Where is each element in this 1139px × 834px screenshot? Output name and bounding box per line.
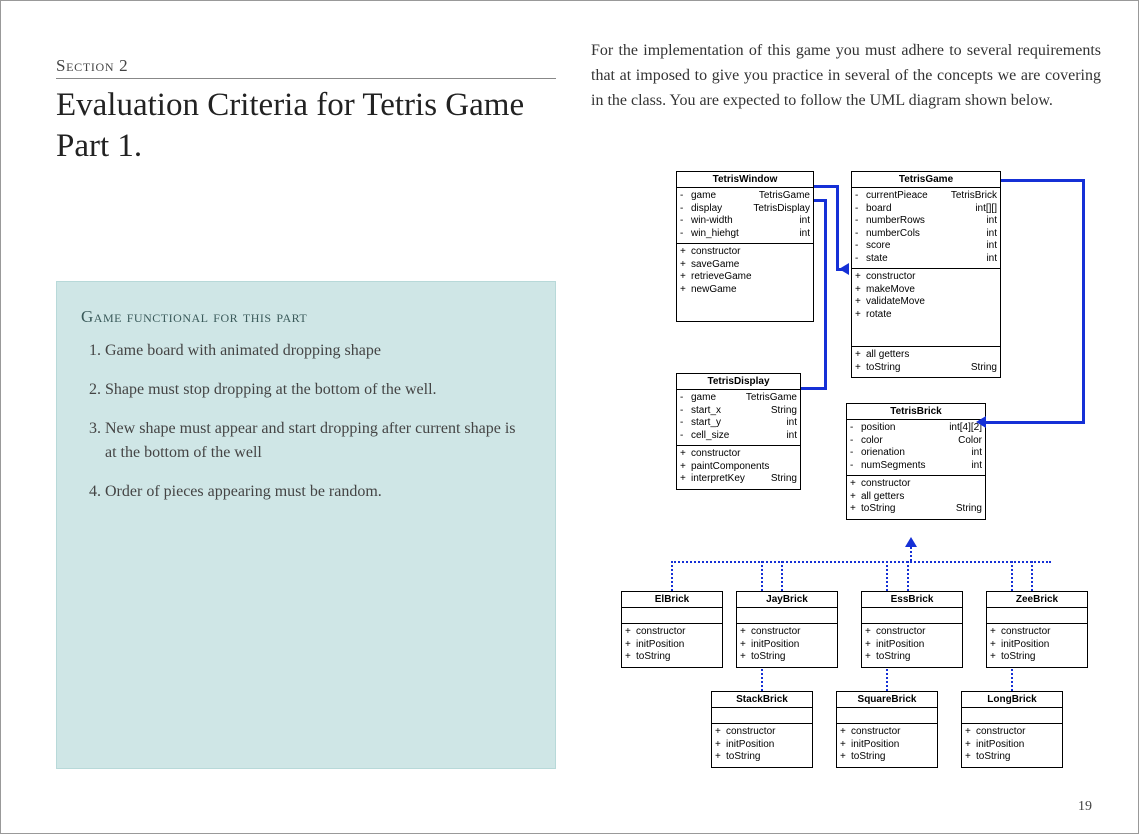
uml-member: +newGame <box>680 284 810 297</box>
uml-member: +toString <box>715 751 809 764</box>
uml-member: +paintComponents <box>680 461 797 474</box>
uml-member: +initPosition <box>715 739 809 752</box>
page-number: 19 <box>1078 799 1092 815</box>
document-page: Section 2 Evaluation Criteria for Tetris… <box>0 0 1139 834</box>
uml-member: -stateint <box>855 253 997 266</box>
uml-member: -cell_sizeint <box>680 430 797 443</box>
uml-member: -start_xString <box>680 405 797 418</box>
uml-class-name: StackBrick <box>712 692 812 708</box>
uml-member: +constructor <box>715 726 809 739</box>
uml-member: +all getters <box>850 491 982 504</box>
uml-member: +toString <box>990 651 1084 664</box>
uml-member: -orienationint <box>850 447 982 460</box>
uml-member: +constructor <box>965 726 1059 739</box>
uml-class-name: TetrisBrick <box>847 404 985 420</box>
uml-member: -scoreint <box>855 240 997 253</box>
uml-class-tetrisbrick: TetrisBrick -positionint[4][2]-colorColo… <box>846 403 986 520</box>
uml-member: +initPosition <box>625 639 719 652</box>
uml-member: +makeMove <box>855 284 997 297</box>
uml-member: +retrieveGame <box>680 271 810 284</box>
uml-class-name: LongBrick <box>962 692 1062 708</box>
uml-diagram: TetrisWindow -gameTetrisGame-displayTetr… <box>591 163 1111 783</box>
uml-member: -start_yint <box>680 417 797 430</box>
uml-member: -colorColor <box>850 435 982 448</box>
uml-class-jaybrick: JayBrick +constructor+initPosition+toStr… <box>736 591 838 668</box>
uml-member: +validateMove <box>855 296 997 309</box>
uml-member: -currentPieaceTetrisBrick <box>855 190 997 203</box>
uml-class-name: EssBrick <box>862 592 962 608</box>
uml-member: +interpretKeyString <box>680 473 797 486</box>
uml-class-name: TetrisWindow <box>677 172 813 188</box>
uml-member: +initPosition <box>990 639 1084 652</box>
functional-item: Game board with animated dropping shape <box>105 339 531 362</box>
uml-member: +constructor <box>855 271 997 284</box>
uml-member: +initPosition <box>840 739 934 752</box>
functional-list: Game board with animated dropping shape … <box>81 339 531 503</box>
uml-member: -win_hiehgtint <box>680 228 810 241</box>
uml-class-name: JayBrick <box>737 592 837 608</box>
uml-member: -numberRowsint <box>855 215 997 228</box>
uml-member: +initPosition <box>965 739 1059 752</box>
uml-member: +initPosition <box>865 639 959 652</box>
uml-member: -gameTetrisGame <box>680 190 810 203</box>
uml-member: +constructor <box>840 726 934 739</box>
uml-class-name: SquareBrick <box>837 692 937 708</box>
left-column: Section 2 Evaluation Criteria for Tetris… <box>56 56 556 168</box>
uml-member: +all getters <box>855 349 997 362</box>
uml-class-zeebrick: ZeeBrick +constructor+initPosition+toStr… <box>986 591 1088 668</box>
functional-item: Shape must stop dropping at the bottom o… <box>105 378 531 401</box>
uml-member: -gameTetrisGame <box>680 392 797 405</box>
uml-member: +toString <box>840 751 934 764</box>
uml-member: -numberColsint <box>855 228 997 241</box>
uml-member: -numSegmentsint <box>850 460 982 473</box>
uml-member: +rotate <box>855 309 997 322</box>
uml-class-name: ZeeBrick <box>987 592 1087 608</box>
uml-class-longbrick: LongBrick +constructor+initPosition+toSt… <box>961 691 1063 768</box>
uml-class-tetrisgame: TetrisGame -currentPieaceTetrisBrick-boa… <box>851 171 1001 378</box>
intro-paragraph: For the implementation of this game you … <box>591 39 1101 113</box>
uml-member: +toStringString <box>850 503 982 516</box>
uml-member: +toString <box>965 751 1059 764</box>
uml-class-name: TetrisDisplay <box>677 374 800 390</box>
uml-member: +constructor <box>680 448 797 461</box>
uml-member: +toString <box>740 651 834 664</box>
right-column: For the implementation of this game you … <box>591 39 1101 127</box>
panel-heading: Game functional for this part <box>81 307 531 327</box>
uml-member: +constructor <box>680 246 810 259</box>
page-title: Evaluation Criteria for Tetris Game Part… <box>56 85 556 168</box>
uml-class-tetriswindow: TetrisWindow -gameTetrisGame-displayTetr… <box>676 171 814 322</box>
uml-member: +toStringString <box>855 362 997 375</box>
uml-member: +constructor <box>850 478 982 491</box>
uml-member: -boardint[][] <box>855 203 997 216</box>
uml-class-squarebrick: SquareBrick +constructor+initPosition+to… <box>836 691 938 768</box>
uml-member: +constructor <box>990 626 1084 639</box>
uml-class-name: ElBrick <box>622 592 722 608</box>
uml-member: +toString <box>865 651 959 664</box>
uml-member: -displayTetrisDisplay <box>680 203 810 216</box>
uml-class-elbrick: ElBrick +constructor+initPosition+toStri… <box>621 591 723 668</box>
uml-member: +saveGame <box>680 259 810 272</box>
uml-member: +initPosition <box>740 639 834 652</box>
uml-member: +constructor <box>865 626 959 639</box>
uml-member: -win-widthint <box>680 215 810 228</box>
functional-item: Order of pieces appearing must be random… <box>105 480 531 503</box>
uml-member: +constructor <box>625 626 719 639</box>
uml-class-stackbrick: StackBrick +constructor+initPosition+toS… <box>711 691 813 768</box>
functional-item: New shape must appear and start dropping… <box>105 417 531 463</box>
uml-member: -positionint[4][2] <box>850 422 982 435</box>
uml-class-essbrick: EssBrick +constructor+initPosition+toStr… <box>861 591 963 668</box>
uml-member: +toString <box>625 651 719 664</box>
uml-class-name: TetrisGame <box>852 172 1000 188</box>
section-label: Section 2 <box>56 56 556 79</box>
functional-panel: Game functional for this part Game board… <box>56 281 556 769</box>
uml-class-tetrisdisplay: TetrisDisplay -gameTetrisGame-start_xStr… <box>676 373 801 490</box>
uml-member: +constructor <box>740 626 834 639</box>
